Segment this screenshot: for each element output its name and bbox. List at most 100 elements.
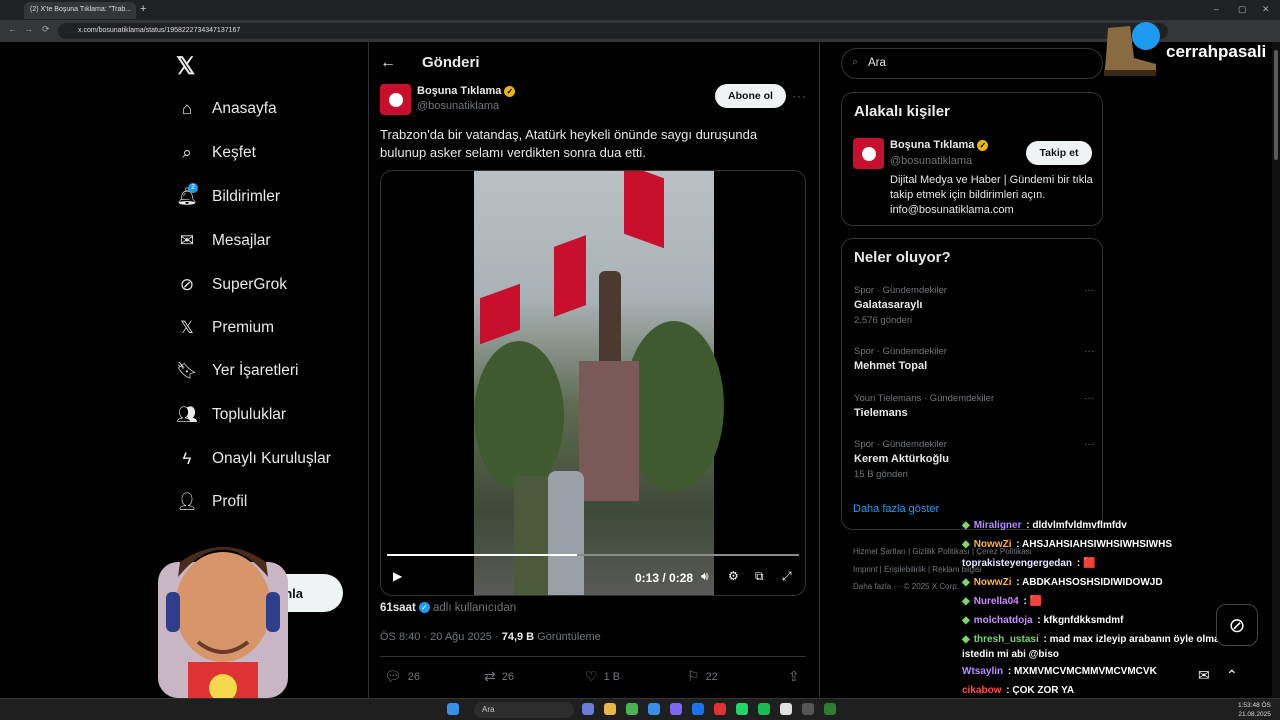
taskbar-search[interactable]: Ara	[474, 702, 574, 718]
tab-title: (2) X'te Boşuna Tıklama: "Trab...	[30, 6, 132, 13]
compose-message-icon[interactable]: ✉	[1198, 667, 1210, 684]
trend-item[interactable]: Spor · Gündemdekiler Galatasaraylı 2.576 g…	[854, 285, 1094, 326]
nav-messages[interactable]: ✉ Mesajlar	[176, 226, 271, 256]
more-options-icon[interactable]: ···	[1084, 346, 1094, 357]
app-icon[interactable]	[582, 703, 594, 715]
subscribe-button[interactable]: Abone ol	[715, 84, 786, 108]
follow-button[interactable]: Takip et	[1026, 141, 1092, 165]
back-nav-icon[interactable]: ←	[8, 24, 17, 34]
bookmark-button[interactable]: ⚐ 22	[687, 668, 718, 685]
windows-start-icon[interactable]	[447, 703, 459, 715]
x-logo[interactable]: 𝕏	[176, 52, 195, 81]
views-label: Görüntüleme	[534, 631, 601, 643]
avatar-logo-icon	[861, 146, 876, 161]
diamond-icon: ◆	[962, 615, 970, 626]
spotify-icon[interactable]	[758, 703, 770, 715]
trend-item[interactable]: Spor · Gündemdekiler Mehmet Topal ···	[854, 346, 1094, 372]
close-window-icon[interactable]: ✕	[1262, 4, 1270, 15]
nav-communities[interactable]: 👥︎ Topluluklar	[176, 400, 286, 430]
nav-explore[interactable]: ⌕ Keşfet	[176, 138, 256, 168]
play-icon[interactable]: ▶	[393, 569, 402, 583]
app-icon[interactable]	[692, 703, 704, 715]
share-button[interactable]: ⇪	[788, 668, 800, 685]
app-icon[interactable]	[780, 703, 792, 715]
more-options-icon[interactable]: ···	[1084, 439, 1094, 450]
clock-date: 21.08.2025	[1238, 711, 1271, 718]
more-options-icon[interactable]: ···	[792, 89, 807, 103]
video-flag	[624, 171, 664, 249]
address-bar[interactable]: x.com/bosunatiklama/status/1958222734347…	[58, 23, 1168, 39]
bookmark-count: 22	[705, 670, 718, 683]
reply-count: 26	[407, 670, 421, 683]
author-handle[interactable]: @bosunatiklama	[417, 100, 499, 112]
trend-item[interactable]: Spor · Gündemdekiler Kerem Aktürkoğlu 15 B…	[854, 439, 1094, 480]
from-suffix: adlı kullanıcıdan	[433, 602, 517, 614]
nav-verified-orgs[interactable]: ϟ Onaylı Kuruluşlar	[176, 444, 331, 474]
tweet-timestamp[interactable]: ÖS 8:40 · 20 Ağu 2025 ·	[380, 631, 502, 643]
whatsapp-icon[interactable]	[736, 703, 748, 715]
nav-profile[interactable]: 👤︎ Profil	[176, 487, 247, 517]
chat-user: molchatdoja	[973, 615, 1033, 626]
diamond-icon: ◆	[962, 596, 970, 607]
reply-icon: 💬︎	[384, 668, 402, 684]
video-player[interactable]: ▶ 0:13 / 0:28 🔊︎ ⚙ ⧉ ⤢	[380, 170, 806, 596]
edge-icon[interactable]	[648, 703, 660, 715]
grok-button[interactable]: ⊘	[1216, 604, 1258, 646]
new-tab-icon[interactable]: +	[140, 3, 146, 15]
search-input[interactable]: ⌕ Ara	[841, 48, 1103, 79]
related-name-row[interactable]: Boşuna Tıklama ✓	[890, 139, 989, 151]
nav-label: Bildirimler	[212, 188, 281, 205]
scrollbar-thumb[interactable]	[1274, 50, 1278, 160]
browser-tab[interactable]: (2) X'te Boşuna Tıklama: "Trab...	[24, 2, 136, 19]
from-user[interactable]: 61saat	[380, 602, 416, 614]
chat-user: NowwZi	[973, 539, 1012, 550]
taskbar-clock[interactable]: 1:53:48 ÖS 21.08.2025	[1238, 701, 1271, 719]
video-statue-base	[579, 361, 639, 501]
related-handle[interactable]: @bosunatiklama	[890, 155, 972, 167]
footer-links[interactable]: Daha fazla ··· © 2025 X Corp.	[853, 582, 959, 591]
app-icon[interactable]	[714, 703, 726, 715]
chat-text: 🟥	[1082, 558, 1096, 569]
chat-message: ◆ Nurella04 : 🟥	[962, 596, 1043, 607]
verified-gold-icon: ✓	[977, 139, 989, 151]
pip-icon[interactable]: ⧉	[755, 569, 764, 584]
nav-bookmarks[interactable]: 🔖︎ Yer İşaretleri	[176, 356, 298, 386]
fullscreen-icon[interactable]: ⤢	[782, 569, 792, 584]
show-more-link[interactable]: Daha fazla göster	[853, 503, 939, 515]
app-icon[interactable]	[824, 703, 836, 715]
settings-icon[interactable]: ⚙	[728, 569, 739, 583]
back-arrow-icon[interactable]: ←	[380, 54, 396, 72]
reply-button[interactable]: 💬︎ 26	[384, 668, 420, 685]
related-bio: Dijital Medya ve Haber | Gündemi bir tık…	[890, 174, 1093, 216]
like-count: 1 B	[603, 670, 621, 683]
more-options-icon[interactable]: ···	[1084, 393, 1094, 404]
forward-nav-icon[interactable]: →	[24, 24, 33, 34]
trend-item[interactable]: Youri Tielemans · Gündemdekiler Tielemans…	[854, 393, 1094, 419]
nav-supergrok[interactable]: ⊘ SuperGrok	[176, 270, 287, 300]
chat-user: cikabow	[962, 685, 1002, 696]
discord-icon[interactable]	[670, 703, 682, 715]
chrome-icon[interactable]	[626, 703, 638, 715]
repost-button[interactable]: ⇄ 26	[484, 668, 514, 685]
obs-icon[interactable]	[802, 703, 814, 715]
url-text: x.com/bosunatiklama/status/1958222734347…	[78, 27, 241, 34]
views-count: 74,9 B	[501, 631, 535, 643]
author-name-row[interactable]: Boşuna Tıklama ✓	[417, 85, 516, 97]
reload-icon[interactable]: ⟳	[42, 24, 50, 35]
nav-premium[interactable]: 𝕏 Premium	[176, 313, 274, 343]
nav-label: Anasayfa	[212, 100, 277, 117]
like-button[interactable]: ♡ 1 B	[585, 668, 620, 685]
nav-home[interactable]: ⌂ Anasayfa	[176, 94, 277, 124]
minimize-icon[interactable]: –	[1214, 4, 1219, 14]
related-avatar[interactable]	[853, 138, 884, 169]
chevron-up-icon[interactable]: ⌃	[1226, 667, 1238, 684]
folder-icon[interactable]	[604, 703, 616, 715]
divider	[380, 656, 806, 657]
video-tree	[624, 321, 724, 491]
more-options-icon[interactable]: ···	[1084, 285, 1094, 296]
maximize-icon[interactable]: ▢	[1238, 4, 1247, 15]
search-placeholder: Ara	[868, 57, 886, 69]
volume-icon[interactable]: 🔊︎	[701, 569, 709, 584]
author-avatar[interactable]	[380, 84, 411, 115]
heart-icon: ♡	[585, 668, 598, 684]
